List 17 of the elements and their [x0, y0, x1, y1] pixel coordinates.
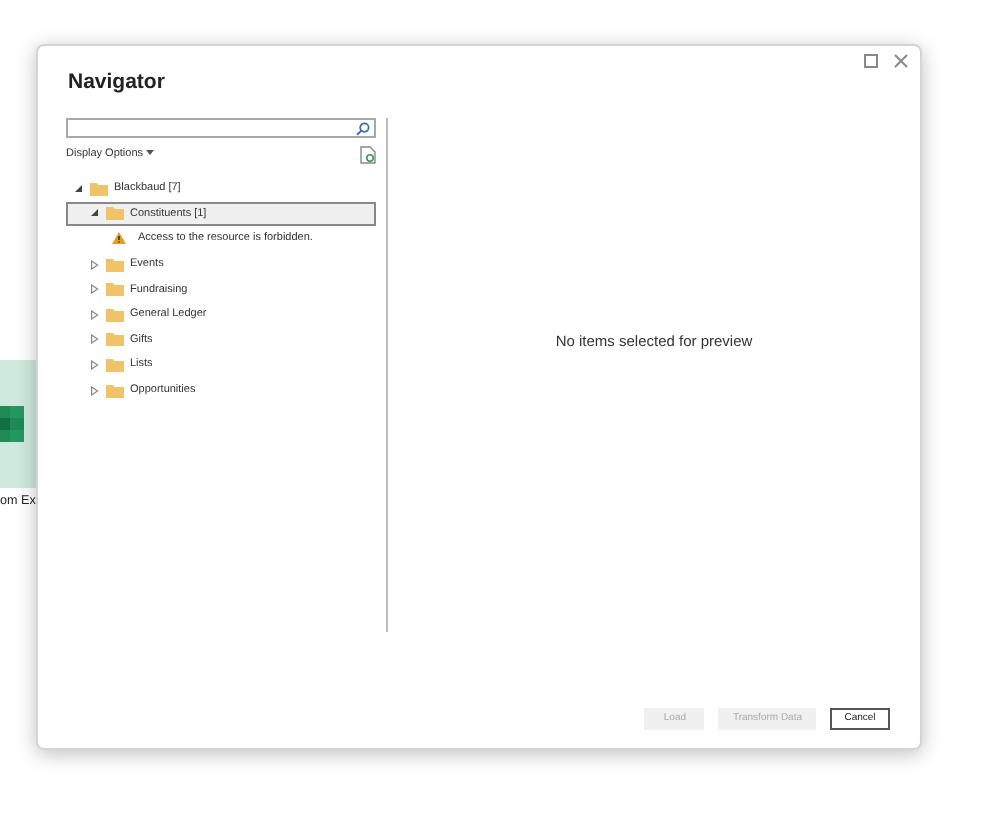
collapse-arrow-icon[interactable] [90, 208, 100, 219]
expand-arrow-icon[interactable] [90, 284, 100, 295]
expand-arrow-icon[interactable] [90, 385, 100, 396]
close-icon[interactable] [894, 54, 908, 68]
warning-icon [112, 232, 126, 245]
spreadsheet-icon [0, 406, 24, 442]
refresh-document-icon[interactable] [360, 146, 376, 164]
search-field[interactable] [66, 118, 376, 138]
collapse-arrow-icon[interactable] [74, 183, 84, 194]
expand-arrow-icon[interactable] [90, 259, 100, 270]
expand-arrow-icon[interactable] [90, 334, 100, 345]
search-icon [356, 121, 370, 135]
maximize-icon[interactable] [864, 54, 878, 68]
caret-icon[interactable] [146, 150, 155, 157]
expand-arrow-icon[interactable] [90, 309, 100, 320]
dialog-title: Navigator [68, 70, 165, 94]
expand-arrow-icon[interactable] [90, 359, 100, 370]
